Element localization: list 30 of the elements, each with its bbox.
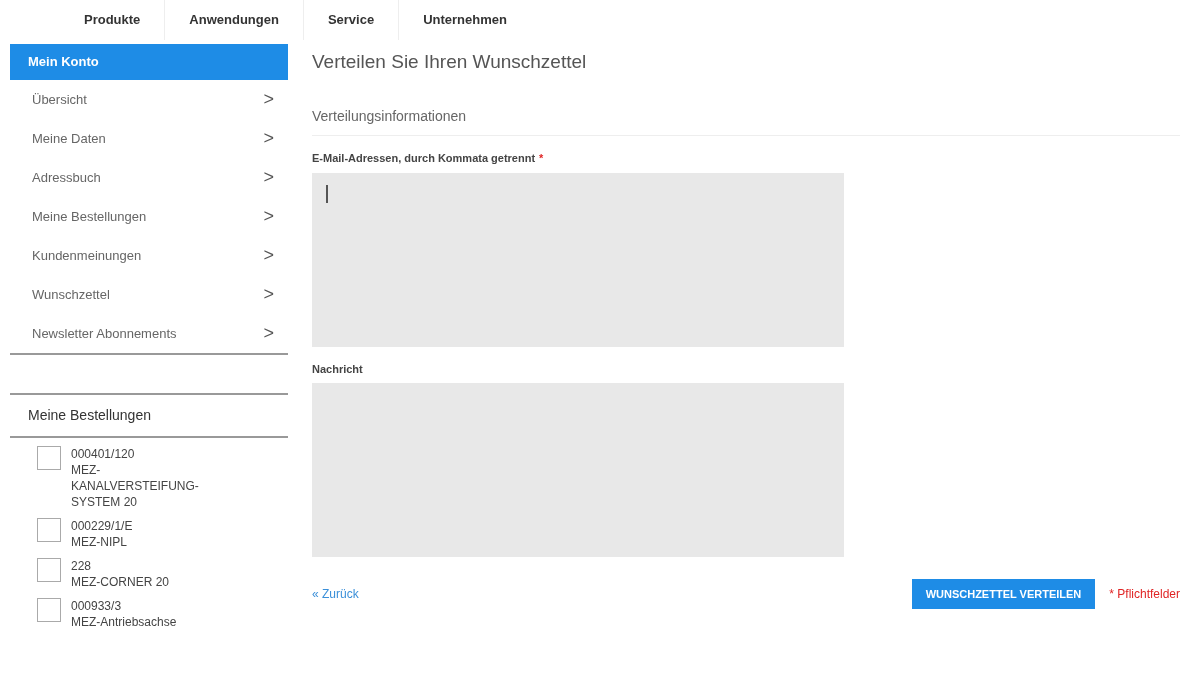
sidebar-item[interactable]: Newsletter Abonnements > [10, 314, 288, 353]
back-link[interactable]: « Zurück [312, 585, 359, 603]
order-label: 000933/3 MEZ-Antriebsachse [71, 598, 177, 630]
order-label: 228 MEZ-CORNER 20 [71, 558, 169, 590]
sidebar-item[interactable]: Kundenmeinungen > [10, 236, 288, 275]
checkbox[interactable] [37, 518, 61, 542]
sidebar-item[interactable]: Wunschzettel > [10, 275, 288, 314]
checkbox[interactable] [37, 446, 61, 470]
textarea-field[interactable] [312, 172, 844, 347]
required-note: * Pflichtfelder [1109, 586, 1180, 603]
sidebar-item[interactable]: Übersicht > [10, 80, 288, 119]
field-label: E-Mail-Adressen, durch Kommata getrennt [312, 151, 536, 166]
field-label: Nachricht [312, 361, 363, 377]
sidebar-item[interactable]: Meine Bestellungen > [10, 197, 288, 236]
checkbox[interactable] [37, 598, 61, 622]
nav-link[interactable]: Service [302, 0, 399, 40]
sidebar-title: Mein Konto [10, 44, 288, 80]
page-title: Verteilen Sie Ihren Wunschzettel [312, 49, 588, 74]
nav-link[interactable]: Unternehmen [398, 0, 531, 40]
required-mark: * [539, 151, 544, 166]
nav-link[interactable]: Anwendungen [164, 0, 303, 40]
order-label: 000229/1/E MEZ-NIPL [71, 518, 133, 550]
checkbox[interactable] [37, 558, 61, 582]
sidebar-item[interactable]: Adressbuch > [10, 158, 288, 197]
submit-button[interactable]: WUNSCHZETTEL VERTEILEN [911, 579, 1096, 609]
orders-title: Meine Bestellungen [27, 406, 152, 425]
nav-link[interactable]: Produkte [60, 0, 165, 40]
sidebar-item[interactable]: Meine Daten > [10, 119, 288, 158]
section-heading: Verteilungsinformationen [312, 106, 1180, 136]
order-label: 000401/120 MEZ- KANALVERSTEIFUNG- SYSTEM 20 [71, 446, 199, 510]
